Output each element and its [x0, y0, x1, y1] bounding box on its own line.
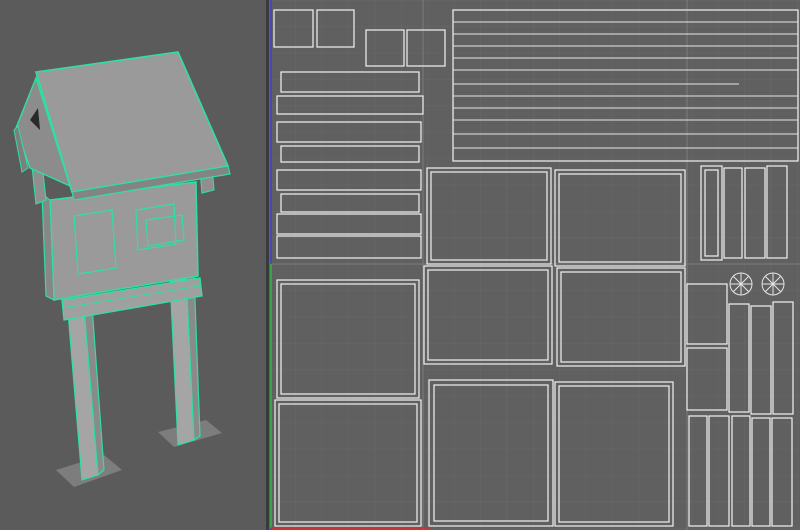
uv-shell-radial[interactable]	[729, 272, 753, 296]
uv-shell-radial[interactable]	[761, 272, 785, 296]
viewport-3d-panel[interactable]	[0, 0, 266, 530]
uv-grid	[269, 0, 800, 530]
uv-canvas[interactable]	[269, 0, 800, 530]
notice-board-model[interactable]	[0, 0, 266, 530]
uv-editor-panel[interactable]	[269, 0, 800, 530]
